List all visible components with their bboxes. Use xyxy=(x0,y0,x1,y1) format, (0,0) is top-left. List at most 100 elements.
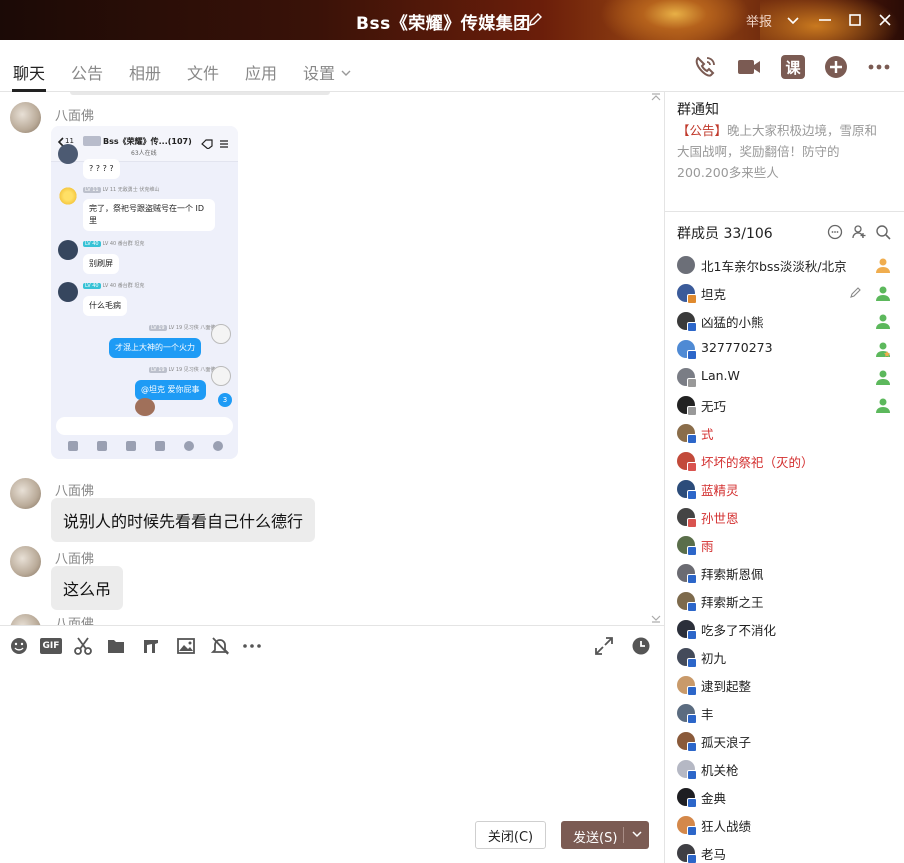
send-options-chevron-icon[interactable] xyxy=(630,827,644,841)
gif-icon[interactable]: GIF xyxy=(40,638,62,654)
member-item[interactable]: 327770273 xyxy=(665,335,904,363)
member-item[interactable]: 吃多了不消化 xyxy=(665,615,904,643)
sun-avatar-icon xyxy=(58,186,78,206)
members-header: 群成员 33/106 xyxy=(665,212,904,252)
screenshot-input xyxy=(56,417,233,435)
mute-bell-icon[interactable] xyxy=(210,636,230,656)
scroll-up-icon[interactable] xyxy=(650,92,662,104)
add-icon[interactable] xyxy=(823,54,849,80)
level-badge-icon xyxy=(687,658,697,668)
phone-call-icon[interactable] xyxy=(692,54,718,80)
level-badge-icon xyxy=(687,490,697,500)
history-icon[interactable] xyxy=(631,636,651,656)
edit-nickname-icon[interactable] xyxy=(849,285,863,299)
avatar xyxy=(58,144,78,164)
screenshot-bubble: ? ? ? ? xyxy=(83,159,120,179)
member-list[interactable]: 北1车亲尔bss淡淡秋/北京坦克 凶猛的小熊 327770273 Lan.W 无巧式坏坏… xyxy=(665,251,904,863)
member-item[interactable]: 坦克 xyxy=(665,279,904,307)
chevron-down-icon[interactable] xyxy=(783,10,803,30)
member-item[interactable]: 雨 xyxy=(665,531,904,559)
member-item[interactable]: 坏坏的祭祀（灭的） xyxy=(665,447,904,475)
folder-icon[interactable] xyxy=(106,636,126,656)
edit-title-icon[interactable] xyxy=(527,12,543,28)
add-member-icon[interactable] xyxy=(851,224,867,240)
message-item: 八面佛 说别人的时候先看看自己什么德行 xyxy=(0,478,650,542)
scissors-icon[interactable] xyxy=(73,636,93,656)
close-icon[interactable] xyxy=(875,10,895,30)
member-name: 北1车亲尔bss淡淡秋/北京 xyxy=(701,259,847,274)
screenshot-group-title: Bss《荣耀》传...(107) xyxy=(103,137,192,146)
image-message[interactable]: 11 Bss《荣耀》传...(107) 63人在线 ? ? ? ? LV 11 L… xyxy=(51,126,238,459)
more-icon[interactable] xyxy=(242,636,262,656)
notice-title: 群通知 xyxy=(677,102,719,118)
level-badge-icon xyxy=(687,434,697,444)
member-item[interactable]: 凶猛的小熊 xyxy=(665,307,904,335)
send-button[interactable]: 发送(S) xyxy=(561,821,649,849)
level-badge-icon xyxy=(687,574,697,584)
music-icon[interactable] xyxy=(141,636,161,656)
message-bubble[interactable]: 说别人的时候先看看自己什么德行 xyxy=(51,498,316,542)
tab-album[interactable]: 相册 xyxy=(129,60,161,84)
video-call-icon[interactable] xyxy=(736,54,762,80)
group-notice-panel[interactable]: 群通知 【公告】晚上大家积极边境，雪原和大国战啊，奖励翻倍！防守的200.200… xyxy=(665,92,904,212)
tab-settings[interactable]: 设置 xyxy=(303,60,352,84)
plus-icon xyxy=(213,441,223,451)
tab-announcement[interactable]: 公告 xyxy=(71,60,103,84)
close-button[interactable]: 关闭(C) xyxy=(475,821,546,849)
title-bar: Bss《荣耀》传媒集团 举报 xyxy=(0,0,904,40)
level-badge-icon xyxy=(687,462,697,472)
menu-icon xyxy=(220,140,228,148)
members-count: 群成员 33/106 xyxy=(677,226,773,242)
member-item[interactable]: 拜索斯之王 xyxy=(665,587,904,615)
image-icon[interactable] xyxy=(176,636,196,656)
chat-message-list[interactable]: 八面佛 11 Bss《荣耀》传...(107) 63人在线 ? ? ? ? LV… xyxy=(0,92,664,625)
scroll-down-icon[interactable] xyxy=(650,612,662,624)
maximize-icon[interactable] xyxy=(845,10,865,30)
message-item: 八面佛 11 Bss《荣耀》传...(107) 63人在线 ? ? ? ? LV… xyxy=(0,102,650,472)
search-icon[interactable] xyxy=(875,224,891,240)
class-icon[interactable]: 课 xyxy=(781,55,805,79)
member-item[interactable]: 丰 xyxy=(665,699,904,727)
member-item[interactable]: 北1车亲尔bss淡淡秋/北京 xyxy=(665,251,904,279)
screenshot-name: LV 19 LV 19 见习侠 八面佛 xyxy=(149,325,216,331)
message-bubble[interactable]: 这么吊 xyxy=(51,566,124,610)
tab-chat[interactable]: 聊天 xyxy=(13,60,45,84)
mail-icon xyxy=(155,441,165,451)
avatar[interactable] xyxy=(10,478,41,509)
tab-files[interactable]: 文件 xyxy=(187,60,219,84)
tab-apps[interactable]: 应用 xyxy=(245,60,277,84)
member-item[interactable]: 蓝精灵 xyxy=(665,475,904,503)
avatar[interactable] xyxy=(10,102,41,133)
more-icon[interactable] xyxy=(866,54,892,80)
emoji-icon[interactable] xyxy=(9,636,29,656)
avatar[interactable] xyxy=(10,546,41,577)
message-item: 八面佛 xyxy=(0,614,650,625)
member-item[interactable]: 初九 xyxy=(665,643,904,671)
member-item[interactable]: 金典 xyxy=(665,783,904,811)
chevron-down-icon xyxy=(341,70,351,76)
member-item[interactable]: 孙世恩 xyxy=(665,503,904,531)
member-item[interactable]: 机关枪 xyxy=(665,755,904,783)
level-badge-icon xyxy=(687,686,697,696)
member-item[interactable]: 老马 xyxy=(665,839,904,863)
minimize-icon[interactable] xyxy=(815,10,835,30)
screenshot-toolbar xyxy=(51,439,238,455)
level-badge-icon xyxy=(687,826,697,836)
member-item[interactable]: 狂人战绩 xyxy=(665,811,904,839)
chat-bubble-icon[interactable] xyxy=(827,224,843,240)
member-item[interactable]: 逮到起整 xyxy=(665,671,904,699)
admin-icon xyxy=(876,398,890,413)
member-item[interactable]: 式 xyxy=(665,419,904,447)
send-separator xyxy=(623,827,624,843)
screenshot-header: 11 Bss《荣耀》传...(107) 63人在线 xyxy=(51,126,238,162)
member-name: 蓝精灵 xyxy=(701,483,739,498)
member-item[interactable]: 孤天浪子 xyxy=(665,727,904,755)
report-link[interactable]: 举报 xyxy=(746,11,772,30)
member-item[interactable]: 拜索斯恩佩 xyxy=(665,559,904,587)
member-item[interactable]: 无巧 xyxy=(665,391,904,419)
member-item[interactable]: Lan.W xyxy=(665,363,904,391)
avatar[interactable] xyxy=(10,614,41,625)
emoji-icon xyxy=(184,441,194,451)
expand-icon[interactable] xyxy=(594,636,614,656)
message-input[interactable] xyxy=(0,665,664,815)
